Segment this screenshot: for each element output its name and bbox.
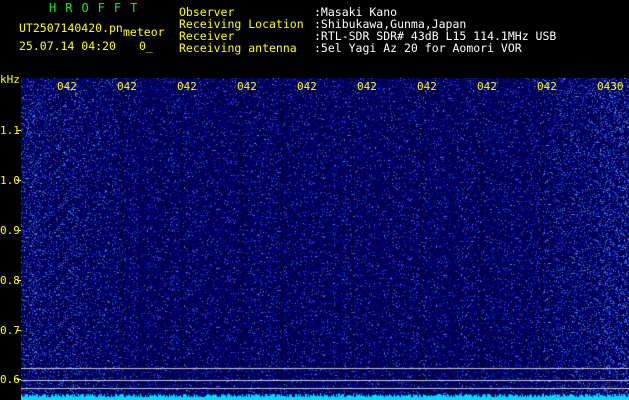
x-tick-label: 042 <box>117 80 137 93</box>
x-tick-label: 042 <box>537 80 557 93</box>
x-tick-label: 042 <box>57 80 77 93</box>
x-tick-label: 042 <box>357 80 377 93</box>
y-tick-mark <box>17 180 21 181</box>
datetime-label: 25.07.14 04:20 <box>19 39 116 53</box>
y-tick-mark <box>17 130 21 131</box>
y-tick-mark <box>17 230 21 231</box>
mode-label: meteor <box>123 25 165 39</box>
y-tick-mark <box>17 280 21 281</box>
x-tick-label: 042 <box>177 80 197 93</box>
info-value-antenna: :5el Yagi Az 20 for Aomori VOR <box>314 41 522 55</box>
x-tick-label: 042 <box>477 80 497 93</box>
x-tick-label: 0430 <box>597 80 624 93</box>
x-tick-label: 042 <box>237 80 257 93</box>
y-tick-mark <box>17 379 21 380</box>
y-axis-unit: kHz <box>0 73 20 86</box>
filename-label: UT2507140420.pn <box>19 21 123 35</box>
spectrogram-canvas <box>21 78 629 400</box>
x-tick-label: 042 <box>297 80 317 93</box>
count-label: 0_ <box>139 39 153 53</box>
info-label-antenna: Receiving antenna <box>179 41 297 55</box>
y-tick-mark <box>17 330 21 331</box>
x-tick-label: 042 <box>417 80 437 93</box>
brand-title: HROFFT <box>49 1 147 15</box>
